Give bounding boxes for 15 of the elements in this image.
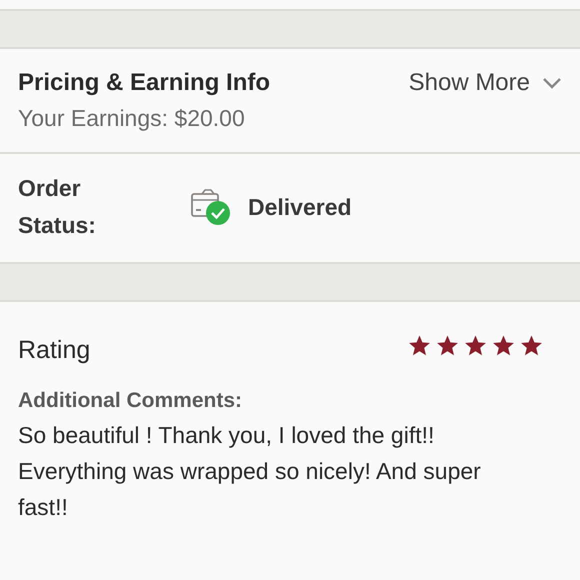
- earnings-text: Your Earnings: $20.00: [18, 105, 245, 132]
- order-status-label: Order Status:: [18, 174, 97, 240]
- section-title: Pricing & Earning Info: [18, 69, 270, 97]
- comments-label: Additional Comments:: [18, 389, 243, 413]
- chevron-icon: [542, 76, 562, 90]
- star-icon: [519, 334, 544, 358]
- package-delivered-icon: [190, 188, 232, 226]
- status-text: Delivered: [248, 194, 352, 220]
- star-icon: [491, 334, 516, 358]
- section-title: Rating: [18, 336, 90, 365]
- star-icon: [407, 334, 432, 358]
- star-icon: [463, 334, 488, 358]
- show-more-button[interactable]: Show More: [408, 69, 562, 97]
- star-icon: [435, 334, 460, 358]
- comment-text: So beautiful ! Thank you, I loved the gift!! Everything was wrapped so nicely! And super fast!!: [18, 421, 482, 522]
